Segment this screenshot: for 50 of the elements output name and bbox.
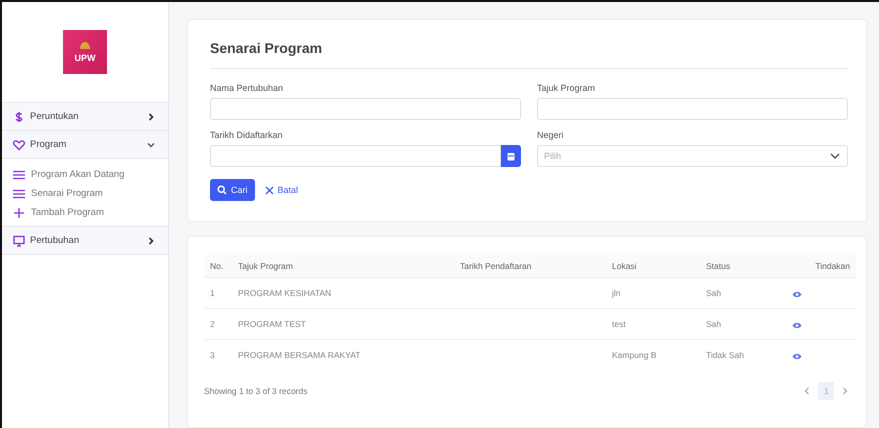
search-icon xyxy=(217,185,227,195)
field-label: Nama Pertubuhan xyxy=(210,83,284,93)
sidebar-item[interactable]: Pertubuhan xyxy=(2,227,168,255)
eye-icon xyxy=(792,352,802,360)
chevron-left-icon xyxy=(804,387,810,395)
table-cell: Sah xyxy=(700,278,762,308)
crest-icon xyxy=(79,41,91,51)
table-cell: PROGRAM KESIHATAN xyxy=(232,278,454,308)
sidebar-subitem[interactable]: Tambah Program xyxy=(2,203,168,222)
cancel-link[interactable]: Batal xyxy=(264,185,298,195)
chevron-right-icon xyxy=(842,387,848,395)
table-cell: Kampung B xyxy=(606,340,700,370)
sidebar-item[interactable]: Program xyxy=(2,131,168,159)
sidebar-subitem[interactable]: Senarai Program xyxy=(2,184,168,203)
column-header: Tajuk Program xyxy=(232,255,454,278)
table-cell: 3 xyxy=(204,340,232,370)
table-cell: jln xyxy=(606,278,700,308)
search-button[interactable]: Cari xyxy=(210,179,255,201)
eye-icon xyxy=(792,290,802,298)
logo-text: UPW xyxy=(74,53,96,63)
column-header: Tarikh Pendaftaran xyxy=(454,255,606,278)
table-cell: Tidak Sah xyxy=(700,340,762,370)
table-cell: 1 xyxy=(204,278,232,308)
close-icon xyxy=(264,186,274,194)
column-header: Lokasi xyxy=(606,255,700,278)
input-field[interactable] xyxy=(210,98,521,120)
table-cell: PROGRAM BERSAMA RAKYAT xyxy=(232,340,454,370)
input-field[interactable] xyxy=(537,98,848,120)
column-header: No. xyxy=(204,255,232,278)
table-cell: PROGRAM TEST xyxy=(232,308,454,340)
field-label: Tarikh Didaftarkan xyxy=(210,130,284,140)
records-info: Showing 1 to 3 of 3 records xyxy=(204,386,308,396)
heart-icon xyxy=(12,138,26,152)
page-title: Senarai Program xyxy=(210,40,324,56)
field-label: Negeri xyxy=(537,130,565,140)
calendar-icon xyxy=(507,152,515,160)
field-label: Tajuk Program xyxy=(537,83,596,93)
eye-icon xyxy=(792,322,802,328)
sidebar-item[interactable]: Peruntukan xyxy=(2,103,168,131)
column-header: Status xyxy=(700,255,762,278)
column-header: Tindakan xyxy=(762,255,856,278)
date-field[interactable] xyxy=(210,145,501,167)
plus-icon xyxy=(12,206,26,220)
sidebar-subitem[interactable]: Program Akan Datang xyxy=(2,165,168,184)
chevron-down-icon xyxy=(829,151,841,161)
table-cell: 2 xyxy=(204,308,232,340)
table-cell: Sah xyxy=(700,308,762,340)
monitor-icon xyxy=(12,234,26,248)
table-cell: test xyxy=(606,308,700,340)
calendar-button[interactable] xyxy=(501,145,521,167)
